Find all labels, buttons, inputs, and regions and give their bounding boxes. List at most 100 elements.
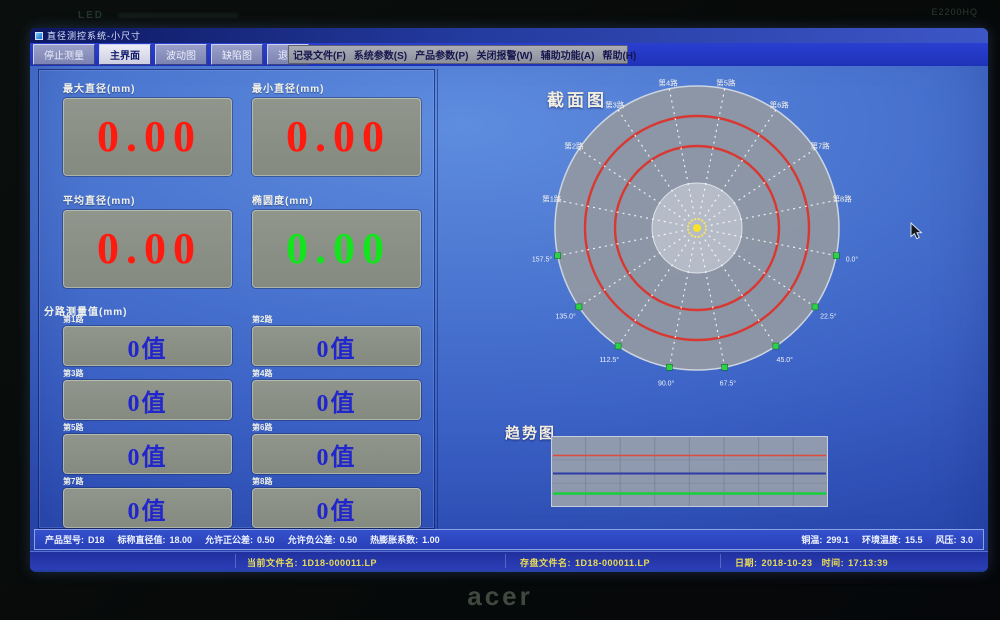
toolbar-button-1[interactable]: 主界面	[99, 44, 151, 65]
app-icon	[35, 32, 43, 40]
channel-2-display: 0值	[252, 326, 421, 366]
time-value: 17:13:39	[848, 558, 888, 568]
channel-1-readout: 第1路0值	[63, 315, 232, 366]
status-field-minus-tolerance: 允许负公差:0.50	[288, 533, 358, 546]
diameter-readouts: 最大直径(mm) 0.00 最小直径(mm) 0.00 平均直径(mm) 0.00 椭圆度(…	[63, 80, 421, 288]
menubar-item-4[interactable]: 辅助功能(A)	[537, 47, 599, 62]
channel-7-label: 第7路	[63, 477, 232, 487]
max-diameter-readout: 最大直径(mm) 0.00	[63, 80, 232, 176]
product-model-value: D18	[88, 535, 105, 545]
angle-marker	[615, 343, 621, 349]
channel-7-value: 0值	[128, 491, 168, 526]
angle-marker	[722, 364, 728, 370]
toolbar-button-group: 停止测量主界面波动图缺陷图退出	[30, 44, 309, 65]
channel-6-value: 0值	[317, 437, 357, 472]
bezel-subtext-decoration	[118, 13, 238, 18]
status-field-expansion-coefficient: 热膨胀系数:1.00	[370, 533, 440, 546]
copper-temp-value: 299.1	[826, 535, 849, 545]
status-bar: 产品型号: D18 标称直径值:18.00 允许正公差: 0.50 允许负公差:0.50 热…	[34, 529, 984, 550]
window-title: 直径测控系统-小尺寸	[47, 29, 141, 42]
toolbar-button-2[interactable]: 波动图	[155, 44, 207, 65]
channel-8-value: 0值	[317, 491, 357, 526]
ovality-label: 椭圆度(mm)	[252, 192, 421, 207]
air-pressure-label: 风压:	[935, 535, 956, 545]
channel-label-8: 第8路	[833, 194, 853, 204]
toolbar-button-3[interactable]: 缺陷图	[211, 44, 263, 65]
status-field-air-pressure: 风压: 3.0	[935, 533, 973, 546]
channel-3-readout: 第3路0值	[63, 369, 232, 420]
angle-marker	[773, 343, 779, 349]
bezel-led-label: LED	[78, 10, 104, 21]
avg-diameter-value: 0.00	[93, 227, 202, 271]
channel-5-label: 第5路	[63, 423, 232, 433]
ambient-temp-value: 15.5	[905, 535, 923, 545]
angle-label-0: 0.0°	[846, 255, 859, 263]
date-label: 日期:	[735, 558, 758, 568]
angle-marker	[812, 304, 818, 310]
channel-8-display: 0值	[252, 488, 421, 528]
max-diameter-value: 0.00	[93, 115, 202, 159]
channel-4-display: 0值	[252, 380, 421, 420]
ovality-display: 0.00	[252, 210, 421, 288]
channel-label-7: 第7路	[810, 140, 830, 150]
window-titlebar: 直径测控系统-小尺寸	[30, 28, 988, 43]
channel-2-value: 0值	[317, 329, 357, 364]
channel-5-value: 0值	[128, 437, 168, 472]
angle-label-1: 22.5°	[820, 312, 837, 320]
menubar-item-2[interactable]: 产品参数(P)	[411, 47, 472, 62]
time-label: 时间:	[822, 558, 845, 568]
angle-label-4: 90.0°	[658, 379, 675, 387]
min-diameter-label: 最小直径(mm)	[252, 80, 421, 95]
angle-label-7: 157.5°	[532, 255, 553, 263]
saved-file-field: 存盘文件名: 1D18-000011.LP	[520, 556, 650, 569]
current-file-value: 1D18-000011.LP	[302, 558, 377, 568]
menubar-item-1[interactable]: 系统参数(S)	[350, 47, 411, 62]
saved-file-value: 1D18-000011.LP	[575, 558, 650, 568]
status-field-copper-temp: 铜温:299.1	[801, 533, 849, 546]
avg-diameter-label: 平均直径(mm)	[63, 192, 232, 207]
channel-7-display: 0值	[63, 488, 232, 528]
channel-4-label: 第4路	[252, 369, 421, 379]
minus-tolerance-label: 允许负公差:	[288, 535, 336, 545]
plus-tolerance-label: 允许正公差:	[205, 535, 253, 545]
channel-3-label: 第3路	[63, 369, 232, 379]
status-field-nominal-diameter: 标称直径值:18.00	[118, 533, 193, 546]
channel-readouts: 第1路0值第2路0值第3路0值第4路0值第5路0值第6路0值第7路0值第8路0值	[63, 315, 421, 528]
max-diameter-label: 最大直径(mm)	[63, 80, 232, 95]
product-model-label: 产品型号:	[45, 535, 84, 545]
channel-label-1: 第1路	[542, 194, 562, 204]
acer-logo: acer	[0, 581, 1000, 612]
filebar-divider	[235, 554, 236, 568]
bezel-model-label: E2200HQ	[931, 7, 978, 17]
datetime-field: 日期:2018-10-23 时间:17:13:39	[735, 556, 888, 569]
channel-1-label: 第1路	[63, 315, 232, 325]
plus-tolerance-value: 0.50	[257, 535, 275, 545]
channel-3-display: 0值	[63, 380, 232, 420]
menubar-item-5[interactable]: 帮助(H)	[598, 47, 640, 62]
monitor-photo: LED E2200HQ 直径测控系统-小尺寸 停止测量主界面波动图缺陷图退出 记…	[0, 0, 1000, 620]
channel-6-label: 第6路	[252, 423, 421, 433]
channel-1-display: 0值	[63, 326, 232, 366]
app-window: 直径测控系统-小尺寸 停止测量主界面波动图缺陷图退出 记录文件(F)系统参数(S…	[30, 28, 988, 572]
angle-marker	[576, 304, 582, 310]
channel-7-readout: 第7路0值	[63, 477, 232, 528]
channel-6-display: 0值	[252, 434, 421, 474]
menubar-item-0[interactable]: 记录文件(F)	[289, 47, 350, 62]
channel-label-2: 第2路	[564, 140, 584, 150]
trend-chart-title: 趋势图	[505, 422, 556, 443]
nominal-diameter-label: 标称直径值:	[118, 535, 166, 545]
channel-8-label: 第8路	[252, 477, 421, 487]
expansion-coefficient-label: 热膨胀系数:	[370, 535, 418, 545]
menubar-item-3[interactable]: 关闭报警(W)	[472, 47, 536, 62]
channel-4-readout: 第4路0值	[252, 369, 421, 420]
status-field-plus-tolerance: 允许正公差: 0.50	[205, 533, 275, 546]
channel-label-3: 第3路	[605, 99, 625, 109]
toolbar-button-0[interactable]: 停止测量	[33, 44, 95, 65]
channel-2-label: 第2路	[252, 315, 421, 325]
filebar-divider	[505, 554, 506, 568]
product-parameters-group: 产品型号: D18 标称直径值:18.00 允许正公差: 0.50 允许负公差:0.50 热…	[45, 533, 440, 546]
saved-file-label: 存盘文件名:	[520, 558, 571, 568]
channel-2-readout: 第2路0值	[252, 315, 421, 366]
channel-label-5: 第5路	[716, 77, 736, 87]
air-pressure-value: 3.0	[960, 535, 973, 545]
